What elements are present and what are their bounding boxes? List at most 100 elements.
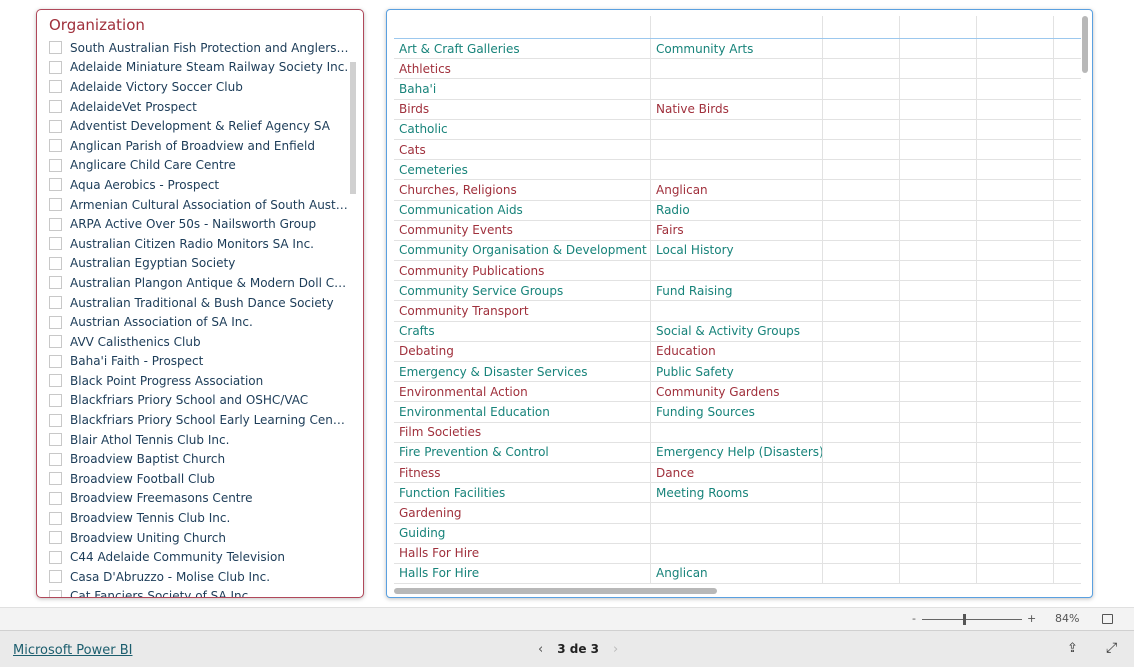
slicer-item[interactable]: Broadview Baptist Church [49, 449, 349, 469]
header-cell[interactable] [900, 16, 977, 38]
checkbox[interactable] [49, 335, 62, 349]
slicer-item[interactable]: Blackfriars Priory School Early Learning… [49, 410, 349, 430]
table-row[interactable]: Cemeteries [394, 160, 1081, 181]
fullscreen-icon[interactable]: ⤢ [1106, 640, 1117, 656]
table-row[interactable]: Guiding [394, 523, 1081, 544]
table-row[interactable]: Community Transport [394, 301, 1081, 322]
slicer-item[interactable]: Aqua Aerobics - Prospect [49, 175, 349, 195]
table-row[interactable]: Art & Craft Galleries Community Arts [394, 39, 1081, 60]
slicer-item[interactable]: Blair Athol Tennis Club Inc. [49, 430, 349, 450]
checkbox[interactable] [49, 237, 62, 251]
checkbox[interactable] [49, 570, 62, 584]
table-row[interactable]: Debating Education [394, 341, 1081, 362]
checkbox[interactable] [49, 80, 62, 94]
checkbox[interactable] [49, 41, 62, 55]
slicer-item[interactable]: Broadview Freemasons Centre [49, 489, 349, 509]
checkbox[interactable] [49, 491, 62, 505]
slicer-item[interactable]: Adventist Development & Relief Agency SA [49, 116, 349, 136]
slicer-item[interactable]: AdelaideVet Prospect [49, 97, 349, 117]
checkbox[interactable] [49, 472, 62, 486]
table-row[interactable]: Halls For Hire Anglican [394, 563, 1081, 585]
checkbox[interactable] [49, 550, 62, 564]
table-row[interactable]: Fire Prevention & Control Emergency Help … [394, 442, 1081, 463]
slicer-item[interactable]: Adelaide Miniature Steam Railway Society… [49, 58, 349, 78]
slicer-item[interactable]: Australian Egyptian Society [49, 254, 349, 274]
checkbox[interactable] [49, 315, 62, 329]
table-row[interactable]: Baha'i [394, 79, 1081, 100]
slicer-item[interactable]: Australian Traditional & Bush Dance Soci… [49, 293, 349, 313]
table-row[interactable]: Halls For Hire [394, 543, 1081, 564]
checkbox[interactable] [49, 589, 62, 597]
table-row[interactable]: Churches, Religions Anglican [394, 180, 1081, 201]
table-row[interactable]: Community Events Fairs [394, 220, 1081, 241]
slicer-item[interactable]: Anglicare Child Care Centre [49, 156, 349, 176]
header-cell[interactable] [394, 16, 651, 38]
table-row[interactable]: Fitness Dance [394, 462, 1081, 484]
slicer-item[interactable]: AVV Calisthenics Club [49, 332, 349, 352]
table-row[interactable]: Gardening [394, 503, 1081, 524]
share-icon[interactable]: ⇪ [1067, 641, 1078, 656]
slicer-item[interactable]: ARPA Active Over 50s - Nailsworth Group [49, 214, 349, 234]
checkbox[interactable] [49, 374, 62, 388]
slicer-item[interactable]: Austrian Association of SA Inc. [49, 312, 349, 332]
slicer-item[interactable]: Blackfriars Priory School and OSHC/VAC [49, 391, 349, 411]
slicer-item[interactable]: Anglican Parish of Broadview and Enfield [49, 136, 349, 156]
checkbox[interactable] [49, 354, 62, 368]
slicer-item[interactable]: Broadview Uniting Church [49, 528, 349, 548]
horizontal-scrollbar[interactable] [394, 588, 717, 594]
table-row[interactable]: Function Facilities Meeting Rooms [394, 483, 1081, 504]
checkbox[interactable] [49, 60, 62, 74]
checkbox[interactable] [49, 531, 62, 545]
slicer-item[interactable]: Armenian Cultural Association of South A… [49, 195, 349, 215]
power-bi-link[interactable]: Microsoft Power BI [13, 643, 132, 658]
checkbox[interactable] [49, 452, 62, 466]
table-row[interactable]: Emergency & Disaster Services Public Safe… [394, 362, 1081, 383]
checkbox[interactable] [49, 139, 62, 153]
table-row[interactable]: Community Service Groups Fund Raising [394, 281, 1081, 302]
checkbox[interactable] [49, 119, 62, 133]
checkbox[interactable] [49, 276, 62, 290]
slicer-item[interactable]: Broadview Tennis Club Inc. [49, 508, 349, 528]
table-row[interactable]: Birds Native Birds [394, 99, 1081, 120]
checkbox[interactable] [49, 217, 62, 231]
checkbox[interactable] [49, 100, 62, 114]
checkbox[interactable] [49, 393, 62, 407]
vertical-scrollbar[interactable] [1082, 16, 1088, 73]
table-row[interactable]: Community Organisation & Development Loca… [394, 240, 1081, 262]
table-row[interactable]: Environmental Action Community Gardens [394, 382, 1081, 403]
table-row[interactable]: Cats [394, 139, 1081, 161]
slicer-item[interactable]: C44 Adelaide Community Television [49, 547, 349, 567]
table-row[interactable]: Crafts Social & Activity Groups [394, 321, 1081, 342]
checkbox[interactable] [49, 511, 62, 525]
slicer-item[interactable]: Cat Fanciers Society of SA Inc. [49, 587, 349, 597]
slicer-scrollbar[interactable] [350, 62, 356, 194]
header-cell[interactable] [651, 16, 823, 38]
table-row[interactable]: Communication Aids Radio [394, 200, 1081, 221]
header-cell[interactable] [823, 16, 900, 38]
slicer-item[interactable]: South Australian Fish Protection and Ang… [49, 38, 349, 58]
zoom-out-button[interactable]: - [912, 612, 916, 625]
slicer-item[interactable]: Broadview Football Club [49, 469, 349, 489]
slicer-item[interactable]: Australian Plangon Antique & Modern Doll… [49, 273, 349, 293]
zoom-slider[interactable] [922, 619, 1022, 620]
table-row[interactable]: Community Publications [394, 261, 1081, 282]
fit-to-page-icon[interactable] [1102, 614, 1113, 624]
slicer-item[interactable]: Casa D'Abruzzo - Molise Club Inc. [49, 567, 349, 587]
checkbox[interactable] [49, 256, 62, 270]
checkbox[interactable] [49, 198, 62, 212]
checkbox[interactable] [49, 178, 62, 192]
slicer-item[interactable]: Australian Citizen Radio Monitors SA Inc… [49, 234, 349, 254]
zoom-in-button[interactable]: + [1027, 612, 1036, 625]
slicer-item[interactable]: Adelaide Victory Soccer Club [49, 77, 349, 97]
table-row[interactable]: Catholic [394, 119, 1081, 140]
next-page-button[interactable]: › [613, 642, 618, 657]
checkbox[interactable] [49, 433, 62, 447]
checkbox[interactable] [49, 296, 62, 310]
zoom-slider-thumb[interactable] [963, 614, 967, 625]
table-row[interactable]: Environmental Education Funding Sources [394, 402, 1081, 423]
slicer-item[interactable]: Baha'i Faith - Prospect [49, 352, 349, 372]
table-row[interactable]: Film Societies [394, 422, 1081, 443]
slicer-item[interactable]: Black Point Progress Association [49, 371, 349, 391]
table-row[interactable]: Athletics [394, 59, 1081, 80]
checkbox[interactable] [49, 158, 62, 172]
